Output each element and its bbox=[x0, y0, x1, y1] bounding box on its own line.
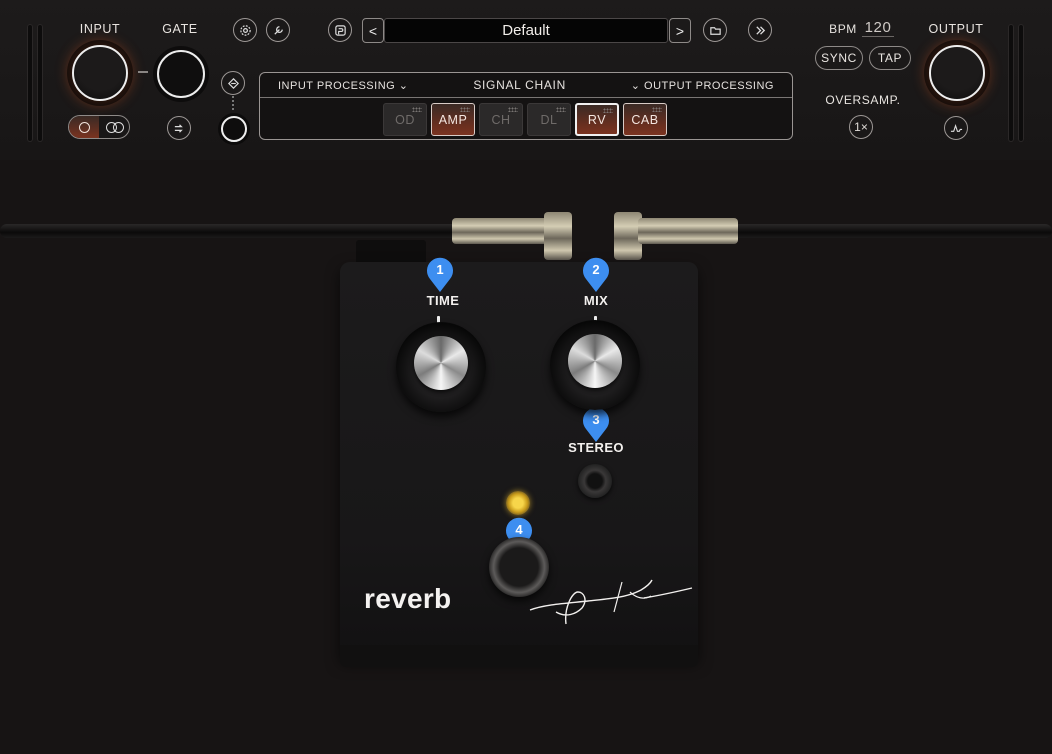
output-label: OUTPUT bbox=[928, 22, 984, 36]
pedal-brand-name: reverb bbox=[364, 583, 452, 614]
input-cable bbox=[0, 224, 470, 238]
preset-prev-button[interactable]: < bbox=[362, 18, 384, 43]
gate-label: GATE bbox=[162, 22, 198, 36]
chain-slot-dl[interactable]: DL bbox=[527, 103, 571, 136]
signal-chain-title: SIGNAL CHAIN bbox=[473, 78, 566, 92]
chain-slot-od[interactable]: OD bbox=[383, 103, 427, 136]
settings-icon[interactable] bbox=[233, 18, 257, 42]
status-led bbox=[506, 491, 530, 515]
mono-stereo-toggle[interactable] bbox=[68, 115, 130, 139]
output-meter-right bbox=[1018, 24, 1024, 142]
hint-badge-1: 1 bbox=[426, 257, 454, 293]
input-knob[interactable] bbox=[72, 45, 128, 101]
preset-icon[interactable] bbox=[328, 18, 352, 42]
output-knob[interactable] bbox=[929, 45, 985, 101]
output-cable bbox=[700, 224, 1052, 238]
mix-knob[interactable] bbox=[550, 320, 640, 410]
oversamp-label: OVERSAMP. bbox=[825, 93, 901, 107]
input-meter-right bbox=[37, 24, 43, 142]
output-eq-icon[interactable] bbox=[944, 116, 968, 140]
mix-label: MIX bbox=[583, 293, 609, 308]
bpm-label: BPM bbox=[829, 22, 857, 36]
logo-icon[interactable] bbox=[748, 18, 772, 42]
output-meter-left bbox=[1008, 24, 1014, 142]
gate-knob[interactable] bbox=[157, 50, 205, 98]
preset-next-button[interactable]: > bbox=[669, 18, 691, 43]
signal-chain-header: INPUT PROCESSING ⌄ SIGNAL CHAIN ⌄ OUTPUT… bbox=[260, 73, 792, 98]
oversamp-button[interactable]: 1× bbox=[849, 115, 873, 139]
input-processing-dropdown[interactable]: INPUT PROCESSING ⌄ bbox=[278, 79, 408, 92]
chain-slot-amp[interactable]: AMP bbox=[431, 103, 475, 136]
input-label: INPUT bbox=[79, 22, 121, 36]
output-jack bbox=[638, 218, 738, 244]
chain-slot-ch[interactable]: CH bbox=[479, 103, 523, 136]
tuner-link bbox=[232, 96, 234, 110]
pedal-base bbox=[340, 645, 698, 667]
knob-link bbox=[138, 71, 148, 73]
output-processing-dropdown[interactable]: ⌄ OUTPUT PROCESSING bbox=[631, 79, 774, 92]
chain-slot-cab[interactable]: CAB bbox=[623, 103, 667, 136]
signature-graphic bbox=[529, 579, 693, 625]
hint-badge-3: 3 bbox=[582, 407, 610, 443]
time-label: TIME bbox=[426, 293, 460, 308]
chain-slot-rv[interactable]: RV bbox=[575, 103, 619, 136]
preset-name[interactable]: Default bbox=[384, 18, 668, 43]
bpm-value[interactable]: 120 bbox=[862, 19, 894, 37]
tuner-icon[interactable] bbox=[221, 71, 245, 95]
input-jack-plug bbox=[544, 212, 572, 260]
tap-button[interactable]: TAP bbox=[869, 46, 911, 70]
input-jack bbox=[452, 218, 548, 244]
gate-mode-icon[interactable] bbox=[167, 116, 191, 140]
stereo-label: STEREO bbox=[568, 440, 624, 455]
tuner-knob[interactable] bbox=[221, 116, 247, 142]
wrench-icon[interactable] bbox=[266, 18, 290, 42]
mono-icon[interactable] bbox=[69, 116, 99, 138]
folder-icon[interactable] bbox=[703, 18, 727, 42]
input-meter-left bbox=[27, 24, 33, 142]
hint-badge-2: 2 bbox=[582, 257, 610, 293]
time-knob[interactable] bbox=[396, 322, 486, 412]
stereo-icon[interactable] bbox=[100, 116, 129, 138]
sync-button[interactable]: SYNC bbox=[815, 46, 863, 70]
stereo-switch[interactable] bbox=[578, 464, 612, 498]
signal-chain-panel: INPUT PROCESSING ⌄ SIGNAL CHAIN ⌄ OUTPUT… bbox=[259, 72, 793, 140]
